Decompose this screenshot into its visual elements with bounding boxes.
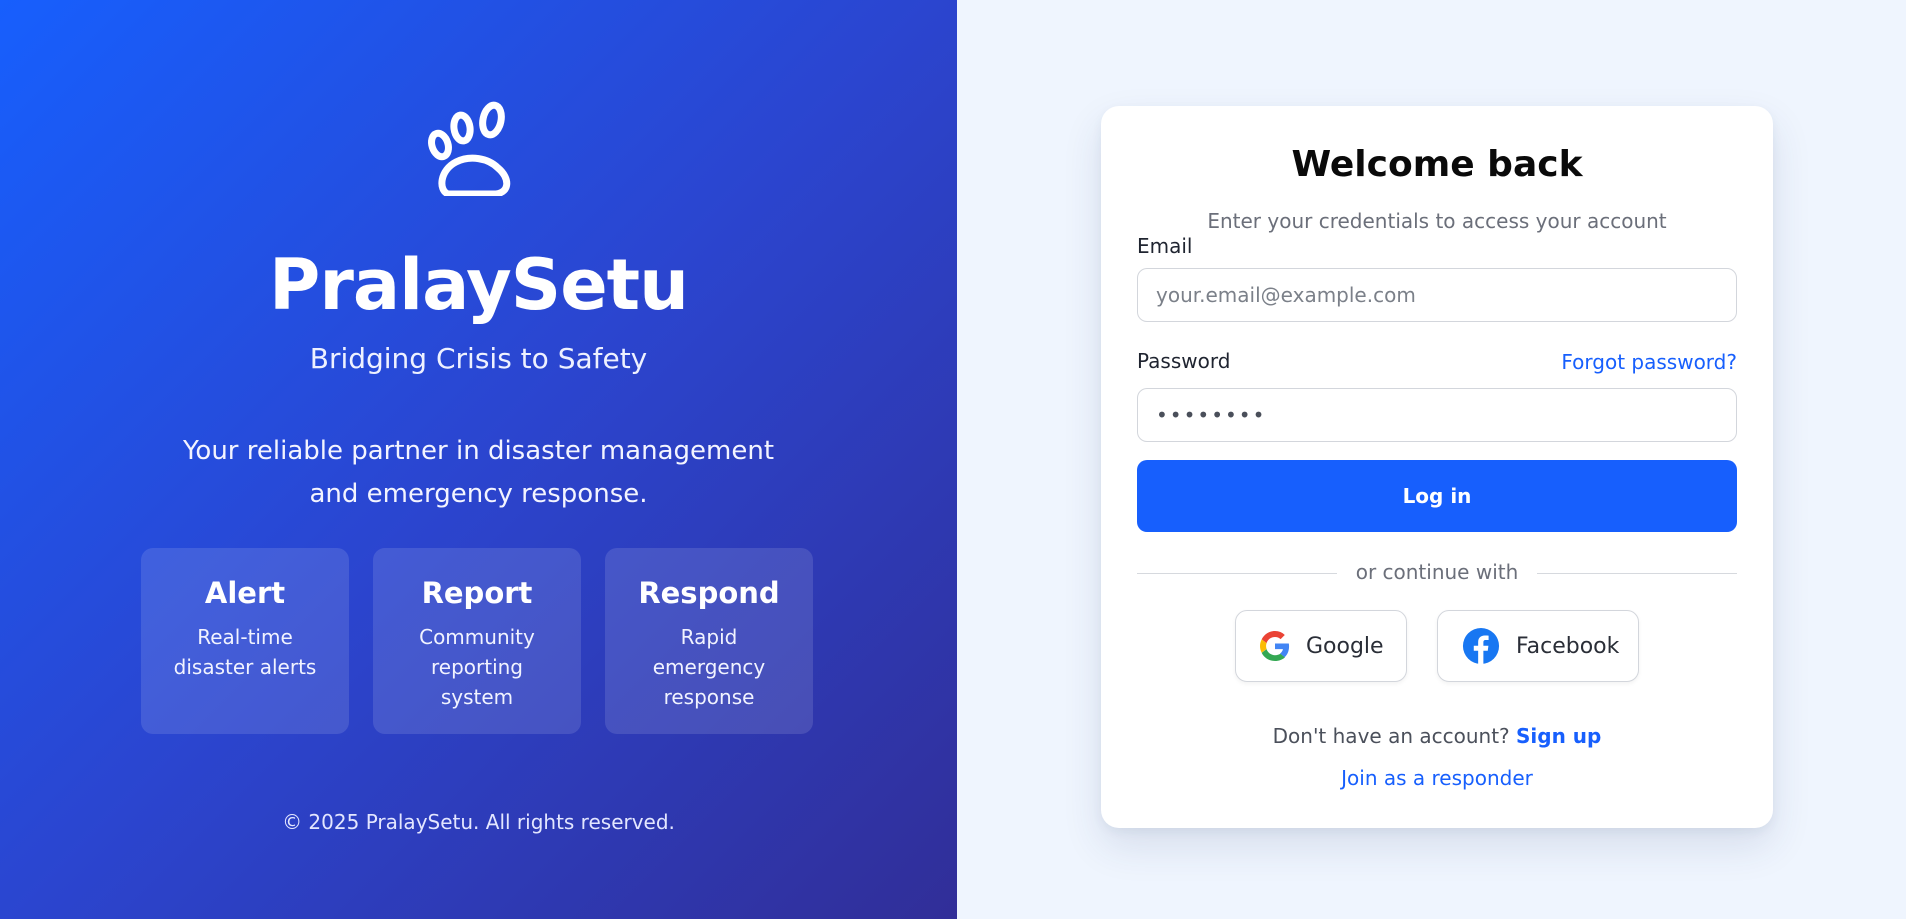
feature-title: Alert (204, 576, 286, 610)
brand-tagline: Bridging Crisis to Safety (309, 342, 648, 375)
email-field[interactable] (1137, 268, 1737, 322)
feature-card-respond: Respond Rapid emergency response (605, 548, 813, 734)
feature-title: Report (421, 576, 533, 610)
password-label: Password (1137, 349, 1231, 373)
login-button[interactable]: Log in (1137, 460, 1737, 532)
feature-card-alert: Alert Real-time disaster alerts (141, 548, 349, 734)
copyright: © 2025 PralaySetu. All rights reserved. (282, 810, 675, 834)
feature-description: Rapid emergency response (652, 625, 766, 709)
login-subtitle: Enter your credentials to access your ac… (1207, 209, 1667, 233)
google-icon (1260, 631, 1290, 661)
email-label: Email (1137, 234, 1193, 258)
login-panel: Welcome back Enter your credentials to a… (957, 0, 1906, 919)
facebook-button[interactable]: Facebook (1437, 610, 1639, 682)
feature-description: Community reporting system (419, 625, 535, 709)
divider-line (1537, 573, 1737, 574)
divider-text: or continue with (1355, 560, 1519, 584)
feature-title: Respond (638, 576, 780, 610)
login-title: Welcome back (1291, 144, 1583, 185)
feature-cards: Alert Real-time disaster alerts Report C… (141, 548, 813, 734)
google-label: Google (1306, 633, 1384, 659)
forgot-password-link[interactable]: Forgot password? (1561, 350, 1737, 374)
paw-icon (428, 101, 511, 196)
brand-description: Your reliable partner in disaster manage… (182, 436, 775, 509)
signup-link[interactable]: Sign up (1516, 724, 1601, 748)
facebook-icon (1462, 627, 1500, 665)
feature-card-report: Report Community reporting system (373, 548, 581, 734)
feature-description: Real-time disaster alerts (173, 625, 317, 679)
password-field[interactable] (1137, 388, 1737, 442)
signup-row: Don't have an account? Sign up (1101, 724, 1773, 748)
divider: or continue with (1137, 560, 1737, 586)
facebook-label: Facebook (1516, 633, 1620, 659)
login-card: Welcome back Enter your credentials to a… (1101, 106, 1773, 828)
join-responder-link[interactable]: Join as a responder (1101, 766, 1773, 790)
google-button[interactable]: Google (1235, 610, 1407, 682)
brand-name: PralaySetu (269, 244, 689, 326)
signup-prompt: Don't have an account? (1272, 724, 1510, 748)
branding-panel: PralaySetu Bridging Crisis to Safety You… (0, 0, 957, 919)
